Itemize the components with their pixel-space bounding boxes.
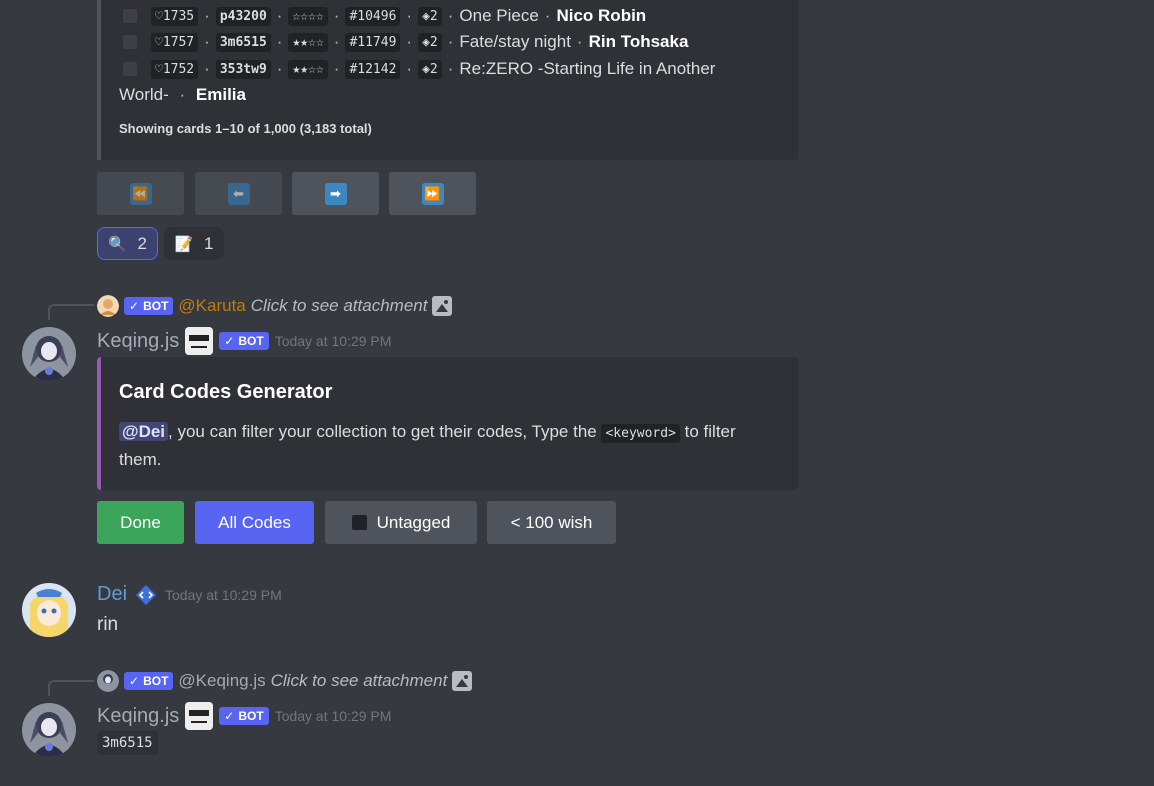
bot-tag-label: BOT [143,674,169,688]
card-code: 353tw9 [215,59,271,79]
checkbox-icon [123,9,137,23]
square-icon [351,515,367,530]
username[interactable]: Keqing.js [97,705,179,728]
card-character: Nico Robin [556,6,647,25]
card-codes-embed: Card Codes Generator @Dei, you can filte… [97,357,799,490]
reply-preview[interactable]: ✓ BOT @Karuta Click to see attachment [97,295,453,317]
card-code: 3m6515 [215,32,271,52]
bot-tag: ✓ BOT [124,297,174,315]
avatar[interactable] [22,703,76,757]
reply-content[interactable]: Click to see attachment [271,671,448,691]
reply-author[interactable]: @Keqing.js [178,671,265,691]
card-stars: ☆☆☆☆ [288,6,328,26]
card-wishlist-count: ♡1752 [151,59,199,79]
bot-tag: ✓ BOT [219,707,269,725]
last-page-icon: ⏩ [421,182,444,205]
reply-author[interactable]: @Karuta [178,296,245,316]
sunglasses-emoji-icon [185,702,214,730]
card-stars: ★★☆☆ [288,59,328,79]
user-mention[interactable]: @Dei [119,422,169,441]
embed-title: Card Codes Generator [119,381,333,403]
card-number: #11749 [345,32,401,52]
username[interactable]: Keqing.js [97,330,179,353]
username[interactable]: Dei [97,583,127,606]
avatar[interactable] [22,583,76,637]
message-header: Keqing.js ✓ BOT Today at 10:29 PM [97,327,391,355]
reply-preview[interactable]: ✓ BOT @Keqing.js Click to see attachment [97,670,473,692]
card-character: Rin Tohsaka [588,32,689,51]
card-number: #10496 [345,6,401,26]
card-wishlist-count: ♡1735 [151,6,199,26]
card-edition: ◈2 [418,6,442,26]
card-row: ♡1752 · 353tw9 · ★★☆☆ · #12142 · ◈2 · Re… [123,59,715,79]
karuta-avatar [97,295,119,317]
verified-check-icon: ✓ [224,334,235,348]
card-row: ♡1735 · p43200 · ☆☆☆☆ · #10496 · ◈2 · On… [123,6,646,26]
card-series-continued: World- [119,85,169,104]
next-page-button[interactable]: ➡ [292,172,379,215]
card-character: Emilia [195,85,246,104]
keyword-code: <keyword> [601,424,680,443]
embed-description: @Dei, you can filter your collection to … [119,419,779,473]
keqing-mini-avatar [97,670,119,692]
image-icon [452,671,473,691]
wish-filter-button[interactable]: < 100 wish [487,501,616,544]
magnifier-icon: 🔍 [108,235,128,253]
card-edition: ◈2 [418,59,442,79]
bot-tag-label: BOT [143,299,169,313]
reply-content[interactable]: Click to see attachment [251,296,428,316]
checkbox-icon [123,35,137,49]
done-button[interactable]: Done [97,501,184,544]
reaction-count: 1 [204,233,214,253]
last-page-button[interactable]: ⏩ [389,172,476,215]
avatar[interactable] [22,327,76,381]
sunglasses-emoji-icon [185,327,214,355]
reply-spine [48,304,94,320]
verified-check-icon: ✓ [224,709,235,723]
embed-footer: Showing cards 1–10 of 1,000 (3,183 total… [119,121,372,136]
code-snippet: 3m6515 [97,731,158,755]
message-header: Keqing.js ✓ BOT Today at 10:29 PM [97,702,391,730]
developer-badge-icon [136,584,157,605]
reaction-count: 2 [137,233,147,253]
timestamp: Today at 10:29 PM [274,708,392,724]
first-page-icon: ⏪ [129,182,152,205]
reaction-memo[interactable]: 📝 1 [164,227,224,260]
memo-icon: 📝 [174,235,194,253]
card-series: Re:ZERO -Starting Life in Another [459,59,716,78]
card-series: One Piece [459,6,539,25]
previous-page-icon: ⬅ [227,182,250,205]
timestamp: Today at 10:29 PM [165,586,282,603]
message-header: Dei Today at 10:29 PM [97,583,282,606]
first-page-button[interactable]: ⏪ [97,172,184,215]
untagged-button[interactable]: Untagged [325,501,477,544]
previous-page-button[interactable]: ⬅ [195,172,282,215]
image-icon [432,296,453,316]
checkbox-icon [123,62,137,76]
bot-tag-label: BOT [238,334,264,348]
bot-tag-label: BOT [238,709,264,723]
bot-tag: ✓ BOT [219,332,269,350]
all-codes-button[interactable]: All Codes [195,501,314,544]
verified-check-icon: ✓ [129,674,140,688]
card-row-wrap: World- · Emilia [119,85,246,104]
card-number: #12142 [345,59,401,79]
untagged-label: Untagged [376,512,451,532]
timestamp: Today at 10:29 PM [274,333,392,349]
card-stars: ★★☆☆ [288,32,328,52]
reply-spine [48,680,94,696]
card-edition: ◈2 [418,32,442,52]
message-content: 3m6515 [97,731,158,755]
reaction-magnifier[interactable]: 🔍 2 [97,227,158,260]
next-page-icon: ➡ [324,182,347,205]
card-wishlist-count: ♡1757 [151,32,199,52]
card-series: Fate/stay night [459,32,571,51]
card-code: p43200 [215,6,271,26]
bot-tag: ✓ BOT [124,672,174,690]
card-list-embed: ♡1735 · p43200 · ☆☆☆☆ · #10496 · ◈2 · On… [97,0,799,160]
verified-check-icon: ✓ [129,299,140,313]
description-text: , you can filter your collection to get … [168,422,602,441]
message-content: rin [97,614,119,635]
card-row: ♡1757 · 3m6515 · ★★☆☆ · #11749 · ◈2 · Fa… [123,32,688,52]
